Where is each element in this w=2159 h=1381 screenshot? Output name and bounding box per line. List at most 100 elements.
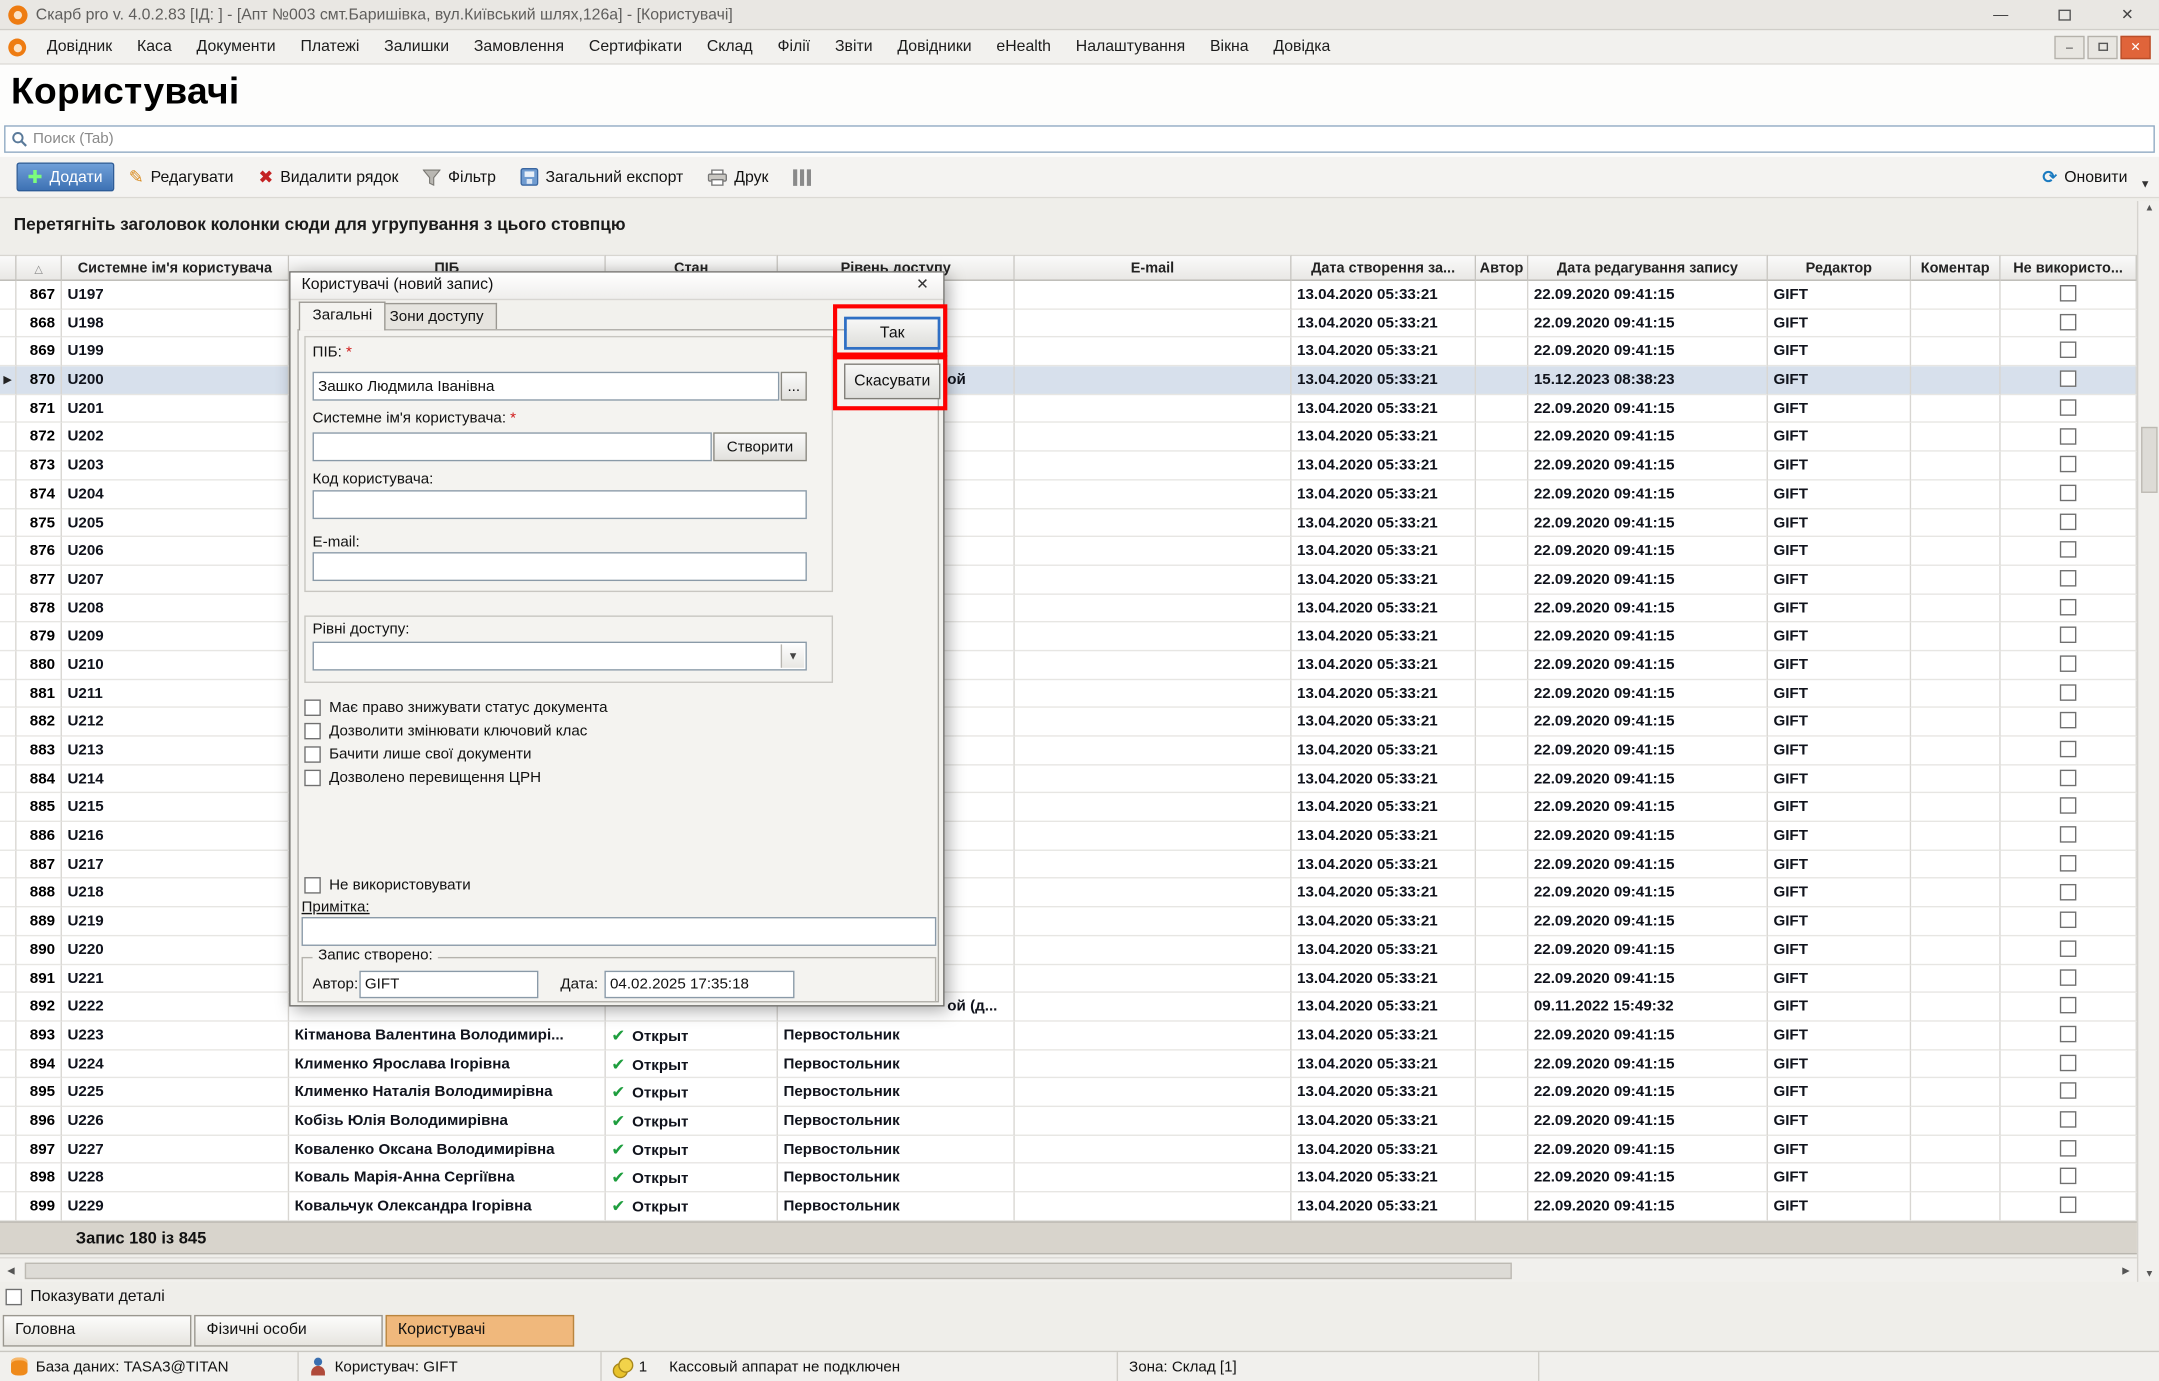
unused-checkbox-row[interactable]: Не використовувати: [304, 873, 470, 896]
menu-item-15[interactable]: Довідка: [1261, 33, 1343, 61]
row-unused-checkbox[interactable]: [2060, 428, 2077, 445]
row-unused-checkbox[interactable]: [2060, 285, 2077, 302]
row-unused-checkbox[interactable]: [2060, 969, 2077, 986]
menu-item-12[interactable]: eHealth: [984, 33, 1063, 61]
row-unused-checkbox[interactable]: [2060, 399, 2077, 416]
row-unused-checkbox[interactable]: [2060, 826, 2077, 843]
header-indicator[interactable]: [0, 255, 17, 281]
export-button[interactable]: Загальний експорт: [511, 164, 693, 190]
table-row[interactable]: 898U228Коваль Марія-Анна Сергіївна✔Откры…: [0, 1164, 2137, 1192]
menu-item-5[interactable]: Залишки: [372, 33, 462, 61]
pib-lookup-button[interactable]: ...: [781, 372, 807, 401]
pib-input[interactable]: [313, 372, 780, 401]
menu-item-14[interactable]: Вікна: [1198, 33, 1261, 61]
row-unused-checkbox[interactable]: [2060, 513, 2077, 530]
row-unused-checkbox[interactable]: [2060, 456, 2077, 473]
header-email[interactable]: E-mail: [1015, 255, 1292, 281]
date-input[interactable]: [604, 971, 794, 999]
scroll-down-icon[interactable]: ▼: [2138, 1270, 2159, 1280]
menu-item-9[interactable]: Філії: [765, 33, 823, 61]
menu-item-7[interactable]: Сертифікати: [576, 33, 694, 61]
mdi-close-button[interactable]: ✕: [2120, 35, 2150, 58]
permission-checkbox[interactable]: [304, 769, 321, 786]
permission-checkbox[interactable]: [304, 722, 321, 739]
row-unused-checkbox[interactable]: [2060, 1197, 2077, 1214]
dialog-close-icon[interactable]: ✕: [910, 275, 935, 297]
header-edited[interactable]: Дата редагування запису: [1528, 255, 1768, 281]
row-unused-checkbox[interactable]: [2060, 712, 2077, 729]
chevron-down-icon[interactable]: ▼: [781, 644, 804, 667]
header-unused[interactable]: Не використо...: [2001, 255, 2137, 281]
scroll-left-icon[interactable]: ◀: [0, 1265, 22, 1276]
row-unused-checkbox[interactable]: [2060, 1140, 2077, 1157]
refresh-button[interactable]: ⟳Оновити: [2033, 164, 2137, 190]
search-box[interactable]: [4, 125, 2155, 153]
bottom-tab-1[interactable]: Головна: [3, 1315, 192, 1347]
menu-item-3[interactable]: Документи: [184, 33, 288, 61]
permission-checkbox[interactable]: [304, 699, 321, 716]
bottom-tab-3[interactable]: Користувачі: [386, 1315, 575, 1347]
header-row-number[interactable]: △: [17, 255, 62, 281]
row-unused-checkbox[interactable]: [2060, 371, 2077, 388]
row-unused-checkbox[interactable]: [2060, 1083, 2077, 1100]
menu-item-1[interactable]: Довідник: [34, 33, 124, 61]
scroll-right-icon[interactable]: ▶: [2115, 1265, 2137, 1276]
row-unused-checkbox[interactable]: [2060, 883, 2077, 900]
permission-checkbox-row-1[interactable]: Має право знижувати статус документа: [304, 695, 607, 718]
row-unused-checkbox[interactable]: [2060, 741, 2077, 758]
system-name-input[interactable]: [313, 432, 712, 461]
user-code-input[interactable]: [313, 490, 807, 519]
permission-checkbox-row-4[interactable]: Дозволено перевищення ЦРН: [304, 766, 607, 789]
row-unused-checkbox[interactable]: [2060, 798, 2077, 815]
row-unused-checkbox[interactable]: [2060, 940, 2077, 957]
permission-checkbox-row-2[interactable]: Дозволити змінювати ключовий клас: [304, 719, 607, 742]
table-row[interactable]: 895U225Клименко Наталія Володимирівна✔От…: [0, 1078, 2137, 1106]
row-unused-checkbox[interactable]: [2060, 655, 2077, 672]
toolbar-overflow-icon[interactable]: ▼: [2140, 178, 2151, 190]
row-unused-checkbox[interactable]: [2060, 1111, 2077, 1128]
mdi-minimize-button[interactable]: –: [2054, 35, 2084, 58]
table-row[interactable]: 899U229Ковальчук Олександра Ігорівна✔Отк…: [0, 1192, 2137, 1220]
dialog-tab-general[interactable]: Загальні: [299, 302, 386, 331]
create-system-name-button[interactable]: Створити: [713, 432, 807, 461]
header-system-name[interactable]: Системне ім'я користувача: [62, 255, 289, 281]
row-unused-checkbox[interactable]: [2060, 1168, 2077, 1185]
table-row[interactable]: 896U226Кобізь Юлія Володимирівна✔ОткрытП…: [0, 1107, 2137, 1135]
row-unused-checkbox[interactable]: [2060, 627, 2077, 644]
email-input[interactable]: [313, 552, 807, 581]
horizontal-scrollbar[interactable]: ◀ ▶: [0, 1257, 2137, 1282]
mdi-restore-button[interactable]: [2087, 35, 2117, 58]
row-unused-checkbox[interactable]: [2060, 485, 2077, 502]
maximize-button[interactable]: [2032, 0, 2095, 30]
table-row[interactable]: 893U223Кітманова Валентина Володимирі...…: [0, 1021, 2137, 1049]
vertical-scrollbar[interactable]: ▲ ▼: [2137, 201, 2159, 1282]
search-input[interactable]: [33, 131, 2153, 148]
table-row[interactable]: 897U227Коваленко Оксана Володимирівна✔От…: [0, 1135, 2137, 1163]
filter-button[interactable]: Фільтр: [414, 165, 506, 190]
permission-checkbox[interactable]: [304, 746, 321, 763]
menu-item-10[interactable]: Звіти: [823, 33, 885, 61]
menu-item-2[interactable]: Каса: [125, 33, 185, 61]
row-unused-checkbox[interactable]: [2060, 598, 2077, 615]
header-author[interactable]: Автор: [1476, 255, 1528, 281]
menu-item-8[interactable]: Склад: [694, 33, 765, 61]
scroll-up-icon[interactable]: ▲: [2138, 204, 2159, 214]
show-details-checkbox[interactable]: [6, 1289, 23, 1306]
print-button[interactable]: Друк: [698, 165, 778, 190]
header-created[interactable]: Дата створення за...: [1292, 255, 1477, 281]
delete-row-button[interactable]: ✖Видалити рядок: [249, 164, 408, 190]
edit-button[interactable]: ✎Редагувати: [119, 164, 243, 190]
row-unused-checkbox[interactable]: [2060, 1026, 2077, 1043]
menu-item-4[interactable]: Платежі: [288, 33, 372, 61]
close-button[interactable]: ✕: [2096, 0, 2159, 30]
header-editor[interactable]: Редактор: [1768, 255, 1911, 281]
access-levels-select[interactable]: ▼: [313, 642, 807, 671]
bottom-tab-2[interactable]: Фізичні особи: [194, 1315, 383, 1347]
vertical-scroll-thumb[interactable]: [2141, 427, 2158, 493]
permission-checkbox-row-3[interactable]: Бачити лише свої документи: [304, 742, 607, 765]
add-button[interactable]: ✚Додати: [17, 162, 114, 191]
row-unused-checkbox[interactable]: [2060, 542, 2077, 559]
menu-item-6[interactable]: Замовлення: [461, 33, 576, 61]
row-unused-checkbox[interactable]: [2060, 912, 2077, 929]
columns-button[interactable]: [784, 165, 821, 190]
